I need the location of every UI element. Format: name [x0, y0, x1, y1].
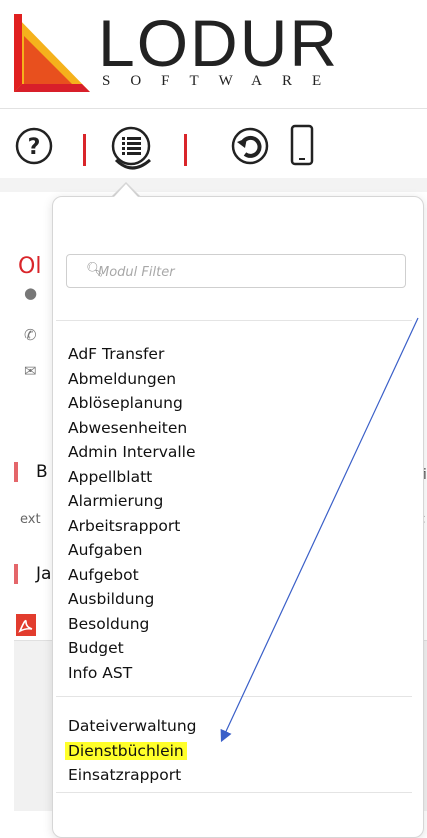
background-ext-text: ext: [20, 512, 41, 527]
logo-subtext: SOFTWARE: [102, 73, 342, 89]
menu-divider: [56, 792, 412, 793]
menu-divider: [56, 696, 412, 697]
toolbar-bottom-band: [0, 178, 427, 192]
header-divider: [0, 108, 427, 109]
toolbar-separator: [83, 134, 86, 166]
menu-item-aufgebot[interactable]: Aufgebot: [68, 563, 196, 588]
location-icon: ●: [24, 284, 38, 302]
background-section-b: B: [36, 462, 48, 482]
menu-item-abmeldungen[interactable]: Abmeldungen: [68, 367, 196, 392]
menu-divider: [56, 320, 412, 321]
history-icon[interactable]: [230, 126, 270, 166]
module-list-primary: AdF Transfer Abmeldungen Ablöseplanung A…: [68, 342, 196, 685]
phone-icon: ✆: [24, 326, 37, 344]
menu-item-info-ast[interactable]: Info AST: [68, 661, 196, 686]
logo-text: LODUR: [98, 6, 340, 80]
background-section-ja: Ja: [36, 564, 52, 584]
dropdown-caret-inner: [114, 184, 138, 197]
toolbar-separator: [184, 134, 187, 166]
module-list-secondary: Dateiverwaltung Dienstbüchlein Einsatzra…: [65, 714, 196, 788]
menu-item-admin-intervalle[interactable]: Admin Intervalle: [68, 440, 196, 465]
menu-item-budget[interactable]: Budget: [68, 636, 196, 661]
lodur-logo-icon: [14, 14, 90, 92]
menu-item-alarmierung[interactable]: Alarmierung: [68, 489, 196, 514]
menu-item-besoldung[interactable]: Besoldung: [68, 612, 196, 637]
menu-item-adf-transfer[interactable]: AdF Transfer: [68, 342, 196, 367]
background-title: Ol: [18, 254, 42, 279]
section-marker: [14, 462, 18, 482]
menu-item-abloeseplanung[interactable]: Ablöseplanung: [68, 391, 196, 416]
pdf-icon[interactable]: [16, 614, 36, 636]
highlighted-label: Dienstbüchlein: [65, 741, 187, 760]
menu-item-dienstbuechlein[interactable]: Dienstbüchlein: [65, 739, 196, 764]
mail-icon: ✉: [24, 362, 37, 380]
menu-item-aufgaben[interactable]: Aufgaben: [68, 538, 196, 563]
section-marker: [14, 564, 18, 584]
svg-text:?: ?: [28, 135, 41, 160]
menu-item-appellblatt[interactable]: Appellblatt: [68, 465, 196, 490]
help-icon[interactable]: ?: [14, 126, 54, 166]
menu-item-dateiverwaltung[interactable]: Dateiverwaltung: [68, 714, 196, 739]
menu-item-arbeitsrapport[interactable]: Arbeitsrapport: [68, 514, 196, 539]
module-filter-input[interactable]: [90, 256, 400, 288]
mobile-phone-icon[interactable]: [290, 124, 314, 166]
menu-item-ausbildung[interactable]: Ausbildung: [68, 587, 196, 612]
menu-item-einsatzrapport[interactable]: Einsatzrapport: [68, 763, 196, 788]
menu-list-icon[interactable]: [110, 124, 156, 174]
menu-item-abwesenheiten[interactable]: Abwesenheiten: [68, 416, 196, 441]
